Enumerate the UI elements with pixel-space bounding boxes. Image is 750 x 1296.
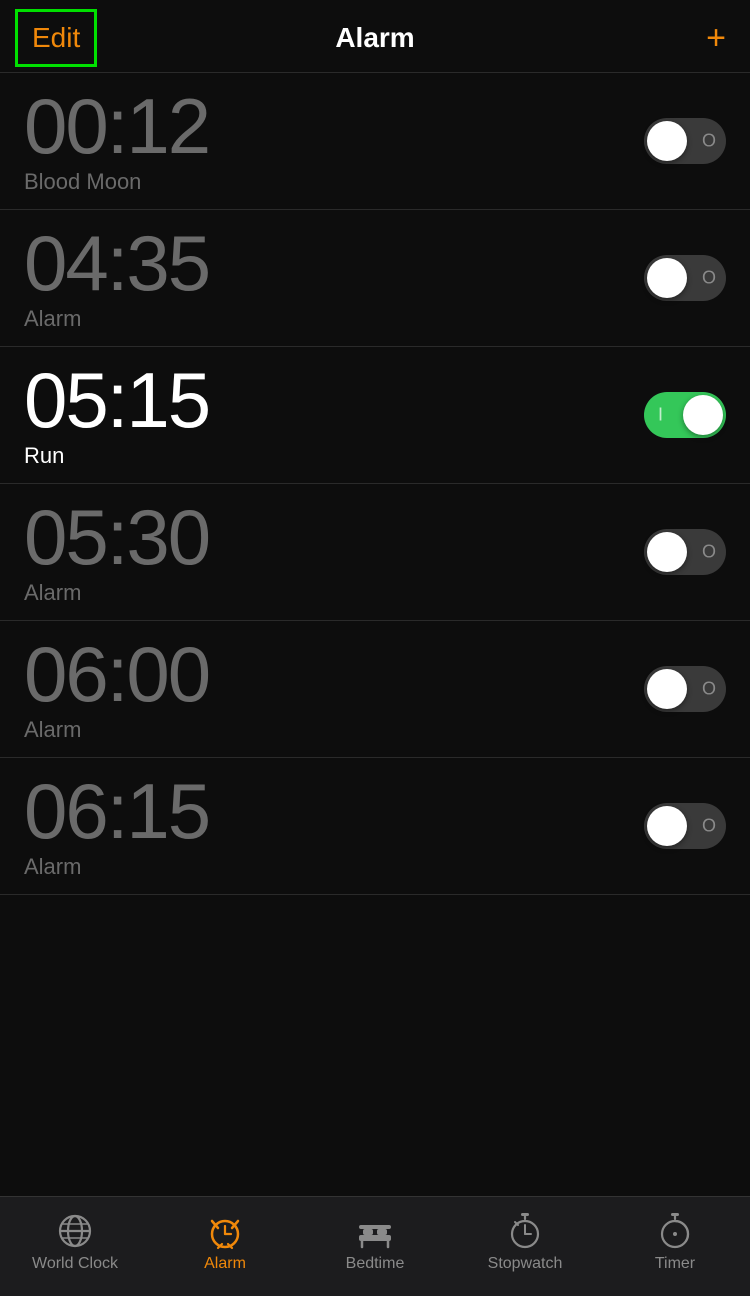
alarm-time-5: 06:00 xyxy=(24,635,209,713)
tab-bar: World Clock Alarm xyxy=(0,1196,750,1296)
alarm-item-3[interactable]: 05:15 Run xyxy=(0,347,750,484)
alarm-icon xyxy=(205,1211,245,1251)
page-title: Alarm xyxy=(335,22,414,54)
alarm-left-2: 04:35 Alarm xyxy=(24,224,209,332)
stopwatch-label: Stopwatch xyxy=(488,1255,563,1273)
timer-icon xyxy=(655,1211,695,1251)
alarm-time-4: 05:30 xyxy=(24,498,209,576)
bedtime-label: Bedtime xyxy=(346,1255,405,1273)
alarm-item-1[interactable]: 00:12 Blood Moon xyxy=(0,73,750,210)
alarm-label-6: Alarm xyxy=(24,854,209,880)
alarm-time-2: 04:35 xyxy=(24,224,209,302)
alarm-left-6: 06:15 Alarm xyxy=(24,772,209,880)
tab-world-clock[interactable]: World Clock xyxy=(0,1211,150,1273)
alarm-list: 00:12 Blood Moon 04:35 Alarm 05:15 Run 05:30 Al… xyxy=(0,73,750,1197)
toggle-knob-1 xyxy=(647,121,687,161)
toggle-knob-5 xyxy=(647,669,687,709)
alarm-time-1: 00:12 xyxy=(24,87,209,165)
alarm-left-3: 05:15 Run xyxy=(24,361,209,469)
tab-timer[interactable]: Timer xyxy=(600,1211,750,1273)
timer-label: Timer xyxy=(655,1255,695,1273)
alarm-label: Alarm xyxy=(204,1255,246,1273)
bedtime-icon xyxy=(355,1211,395,1251)
tab-alarm[interactable]: Alarm xyxy=(150,1211,300,1273)
alarm-left-1: 00:12 Blood Moon xyxy=(24,87,209,195)
stopwatch-icon xyxy=(505,1211,545,1251)
alarm-toggle-2[interactable] xyxy=(644,255,726,301)
alarm-item-4[interactable]: 05:30 Alarm xyxy=(0,484,750,621)
alarm-item-6[interactable]: 06:15 Alarm xyxy=(0,758,750,895)
alarm-label-2: Alarm xyxy=(24,306,209,332)
header: Edit Alarm + xyxy=(0,0,750,73)
add-alarm-button[interactable]: + xyxy=(706,21,726,55)
world-clock-icon xyxy=(55,1211,95,1251)
tab-stopwatch[interactable]: Stopwatch xyxy=(450,1211,600,1273)
alarm-time-3: 05:15 xyxy=(24,361,209,439)
edit-button[interactable]: Edit xyxy=(24,18,88,58)
alarm-toggle-1[interactable] xyxy=(644,118,726,164)
alarm-label-3: Run xyxy=(24,443,209,469)
alarm-left-5: 06:00 Alarm xyxy=(24,635,209,743)
alarm-item-5[interactable]: 06:00 Alarm xyxy=(0,621,750,758)
alarm-toggle-4[interactable] xyxy=(644,529,726,575)
alarm-label-1: Blood Moon xyxy=(24,169,209,195)
toggle-knob-2 xyxy=(647,258,687,298)
toggle-knob-6 xyxy=(647,806,687,846)
toggle-knob-3 xyxy=(683,395,723,435)
alarm-item-2[interactable]: 04:35 Alarm xyxy=(0,210,750,347)
alarm-toggle-5[interactable] xyxy=(644,666,726,712)
world-clock-label: World Clock xyxy=(32,1255,118,1273)
alarm-left-4: 05:30 Alarm xyxy=(24,498,209,606)
alarm-label-5: Alarm xyxy=(24,717,209,743)
alarm-toggle-6[interactable] xyxy=(644,803,726,849)
alarm-time-6: 06:15 xyxy=(24,772,209,850)
alarm-label-4: Alarm xyxy=(24,580,209,606)
alarm-toggle-3[interactable] xyxy=(644,392,726,438)
tab-bedtime[interactable]: Bedtime xyxy=(300,1211,450,1273)
toggle-knob-4 xyxy=(647,532,687,572)
